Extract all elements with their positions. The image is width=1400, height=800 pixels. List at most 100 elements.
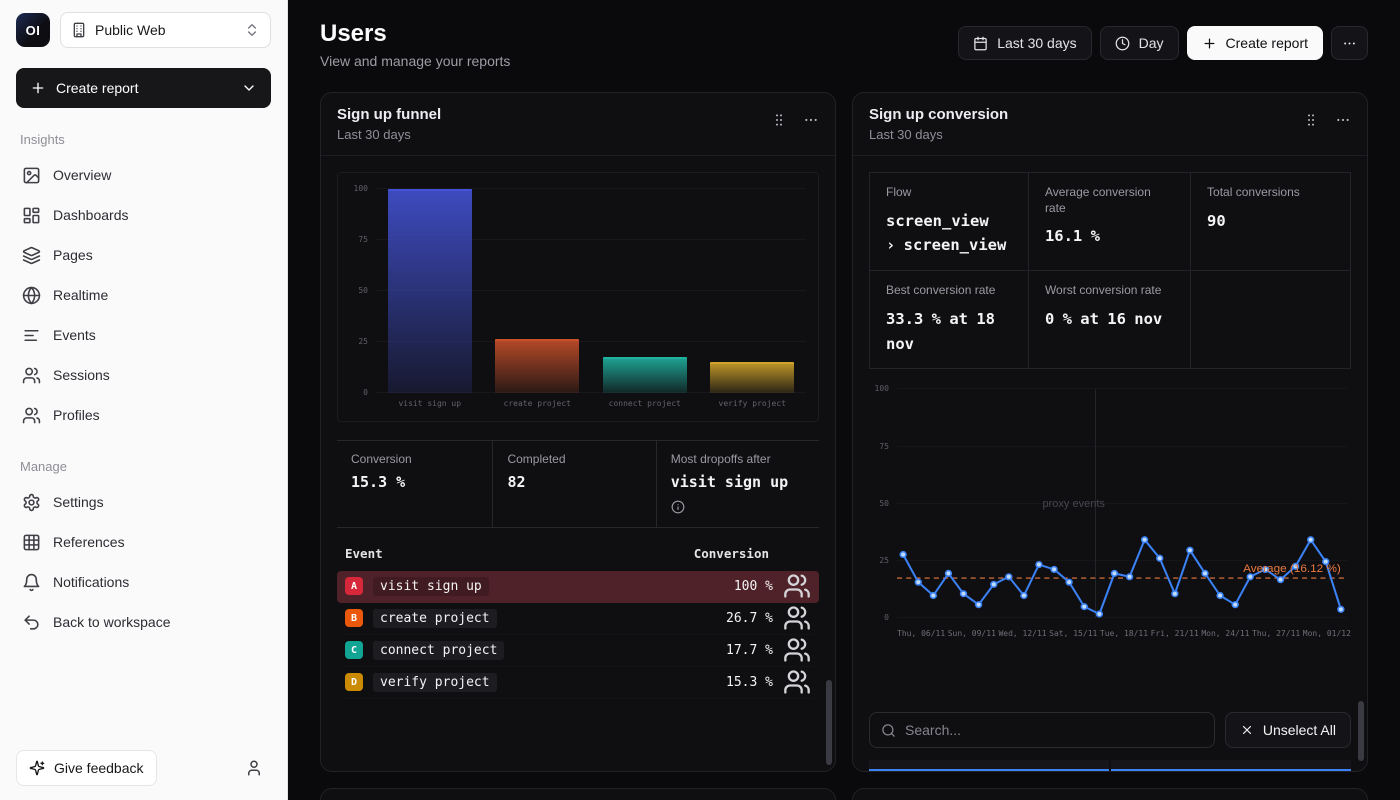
drag-handle-icon[interactable] — [771, 112, 787, 128]
empty-stat-cell — [1191, 270, 1350, 368]
stat-label: Worst conversion rate — [1045, 283, 1174, 299]
plus-icon — [30, 80, 46, 96]
step-badge: D — [345, 673, 363, 691]
funnel-bar[interactable]: verify project — [699, 189, 807, 393]
card-menu-icon[interactable] — [1335, 112, 1351, 128]
card-scrollbar[interactable] — [1358, 701, 1364, 761]
sidebar-item-back-to-workspace[interactable]: Back to workspace — [16, 602, 271, 642]
step-badge: A — [345, 577, 363, 595]
x-tick-label: Wed, 12/11 — [998, 629, 1046, 638]
step-badge: C — [345, 641, 363, 659]
calendar-icon — [973, 36, 988, 51]
funnel-table-row[interactable]: Avisit sign up100 % — [337, 571, 819, 603]
step-badge: B — [345, 609, 363, 627]
layers-icon — [22, 246, 41, 265]
main-content: Users View and manage your reports Last … — [288, 0, 1400, 800]
users-icon[interactable] — [783, 636, 811, 664]
info-icon[interactable] — [671, 500, 685, 514]
interval-button[interactable]: Day — [1100, 26, 1179, 60]
funnel-table-row[interactable]: Bcreate project26.7 % — [337, 603, 819, 635]
card-title: Sign up funnel — [337, 106, 441, 123]
x-tick-label: Mon, 01/12 — [1303, 629, 1351, 638]
stat-label: Flow — [886, 185, 1012, 201]
user-icon — [245, 759, 263, 777]
event-name: connect project — [373, 641, 504, 660]
chevrons-up-down-icon — [244, 22, 260, 38]
give-feedback-button[interactable]: Give feedback — [16, 750, 157, 786]
sidebar-item-overview[interactable]: Overview — [16, 155, 271, 195]
bell-icon — [22, 573, 41, 592]
x-tick-label: Mon, 24/11 — [1201, 629, 1249, 638]
funnel-table-row[interactable]: Dverify project15.3 % — [337, 667, 819, 699]
sidebar-item-label: Profiles — [53, 407, 100, 423]
sidebar-item-label: Events — [53, 327, 96, 343]
sidebar-item-label: Sessions — [53, 367, 110, 383]
globe-icon — [22, 286, 41, 305]
users-icon — [22, 366, 41, 385]
stat-value: 15.3 % — [351, 472, 478, 494]
x-tick-label: Fri, 21/11 — [1151, 629, 1199, 638]
series-tab[interactable] — [1111, 760, 1351, 771]
users-icon[interactable] — [783, 668, 811, 696]
series-tab[interactable] — [869, 760, 1109, 771]
lines-icon — [22, 326, 41, 345]
settings-icon — [22, 493, 41, 512]
funnel-bar[interactable]: create project — [484, 189, 592, 393]
profile-button[interactable] — [237, 751, 271, 785]
sidebar-item-label: Overview — [53, 167, 111, 183]
dashboard-icon — [22, 206, 41, 225]
more-options-button[interactable] — [1331, 26, 1368, 60]
sidebar-item-sessions[interactable]: Sessions — [16, 355, 271, 395]
image-icon — [22, 166, 41, 185]
users-icon[interactable] — [783, 604, 811, 632]
ellipsis-icon — [1342, 36, 1357, 51]
sidebar-item-profiles[interactable]: Profiles — [16, 395, 271, 435]
users-icon — [22, 406, 41, 425]
card-scrollbar[interactable] — [826, 680, 832, 765]
conversion-value: 26.7 % — [726, 611, 773, 626]
table-header-event: Event — [345, 546, 383, 561]
sidebar-item-references[interactable]: References — [16, 522, 271, 562]
y-tick-label: 75 — [358, 235, 368, 244]
sidebar-item-label: Realtime — [53, 287, 108, 303]
sidebar-item-label: References — [53, 534, 125, 550]
create-report-header-button[interactable]: Create report — [1187, 26, 1323, 60]
sidebar-item-realtime[interactable]: Realtime — [16, 275, 271, 315]
y-tick-label: 50 — [879, 499, 889, 508]
nav-section-1: Manage SettingsReferencesNotificationsBa… — [16, 435, 271, 642]
funnel-category-label: connect project — [591, 399, 699, 408]
create-report-header-label: Create report — [1226, 35, 1308, 51]
stat-value: 0 % at 16 nov — [1045, 307, 1174, 332]
card-menu-icon[interactable] — [803, 112, 819, 128]
x-tick-label: Thu, 27/11 — [1252, 629, 1300, 638]
conversion-report-card: Sign up conversion Last 30 days Flow scr… — [852, 92, 1368, 772]
drag-handle-icon[interactable] — [1303, 112, 1319, 128]
funnel-bar[interactable]: visit sign up — [376, 189, 484, 393]
sidebar-item-settings[interactable]: Settings — [16, 482, 271, 522]
create-report-label: Create report — [56, 80, 138, 96]
sidebar-item-notifications[interactable]: Notifications — [16, 562, 271, 602]
interval-label: Day — [1139, 35, 1164, 51]
date-range-button[interactable]: Last 30 days — [958, 26, 1091, 60]
sidebar-item-events[interactable]: Events — [16, 315, 271, 355]
sidebar-item-pages[interactable]: Pages — [16, 235, 271, 275]
card-title: Sign up conversion — [869, 106, 1008, 123]
conversion-stats: Flow screen_view › screen_view Average c… — [869, 172, 1351, 369]
y-tick-label: 0 — [363, 388, 368, 397]
funnel-category-label: visit sign up — [376, 399, 484, 408]
create-report-button[interactable]: Create report — [16, 68, 271, 108]
workspace-selector[interactable]: Public Web — [60, 12, 271, 48]
card-subtitle: Last 30 days — [869, 127, 1008, 142]
unselect-all-button[interactable]: Unselect All — [1225, 712, 1351, 748]
funnel-bar[interactable]: connect project — [591, 189, 699, 393]
users-icon[interactable] — [783, 572, 811, 600]
stat-value: visit sign up — [671, 472, 805, 516]
y-tick-label: 100 — [875, 384, 889, 393]
funnel-table-row[interactable]: Cconnect project17.7 % — [337, 635, 819, 667]
search-input[interactable] — [905, 722, 1203, 738]
funnel-table-rows: Avisit sign up100 %Bcreate project26.7 %… — [337, 571, 819, 699]
funnel-chart: 0255075100 visit sign upcreate projectco… — [337, 172, 819, 422]
stat-label: Conversion — [351, 452, 478, 466]
x-tick-label: Thu, 06/11 — [897, 629, 945, 638]
sidebar-item-dashboards[interactable]: Dashboards — [16, 195, 271, 235]
